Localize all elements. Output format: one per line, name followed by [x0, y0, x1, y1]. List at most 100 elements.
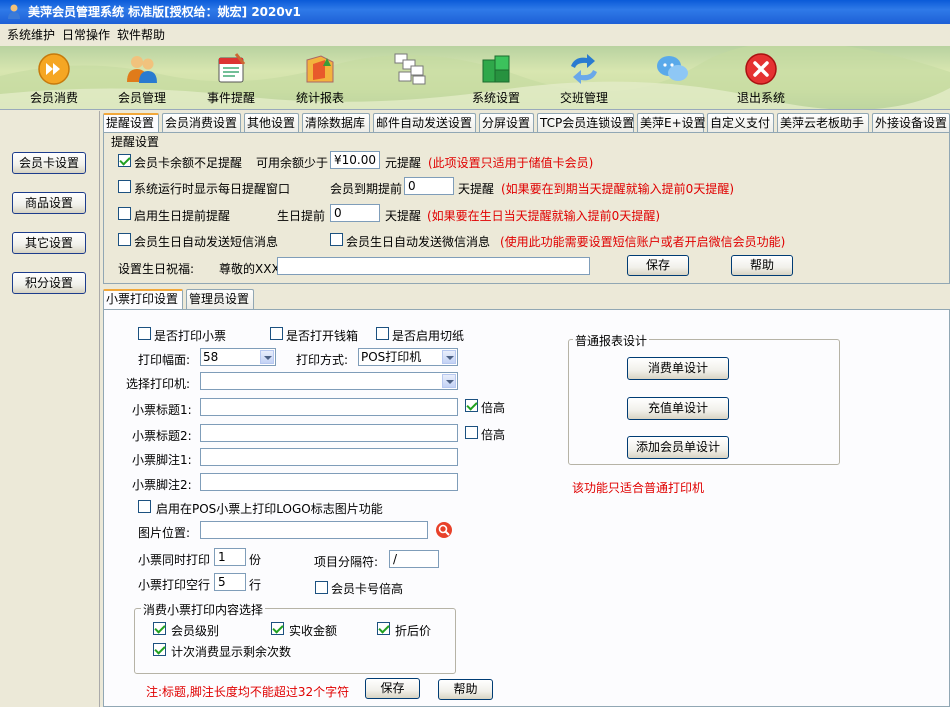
title2-double-checkbox[interactable] [465, 426, 478, 439]
tab-tcp-chain[interactable]: TCP会员连锁设置 [537, 113, 634, 133]
reminder-save-button[interactable]: 保存 [627, 255, 689, 276]
print-mode-value: POS打印机 [361, 350, 422, 364]
title1-input[interactable] [200, 398, 458, 416]
print-help-button[interactable]: 帮助 [438, 679, 493, 700]
chat-icon [657, 56, 688, 81]
copies-input[interactable]: 1 [214, 548, 246, 566]
title2-input[interactable] [200, 424, 458, 442]
greeting-label: 设置生日祝福: [118, 262, 195, 276]
birthday-advance-input[interactable]: 0 [330, 204, 380, 222]
discount-price-label: 折后价 [395, 624, 432, 638]
member-level-checkbox[interactable] [153, 622, 166, 635]
goods-settings-button[interactable]: 商品设置 [12, 192, 86, 214]
other-settings-button[interactable]: 其它设置 [12, 232, 86, 254]
points-settings-button[interactable]: 积分设置 [12, 272, 86, 294]
member-consume-button[interactable]: 会员消费 [14, 48, 94, 108]
event-reminder-button[interactable]: 事件提醒 [191, 48, 271, 108]
print-width-value: 58 [203, 350, 219, 364]
tab-admin-settings[interactable]: 管理员设置 [186, 289, 254, 309]
daily-popup-checkbox[interactable] [118, 180, 131, 193]
print-width-select[interactable]: 58 [200, 348, 276, 366]
consume-slip-design-button[interactable]: 消费单设计 [627, 357, 729, 380]
birthday-wechat-checkbox[interactable] [330, 233, 343, 246]
menu-software-help[interactable]: 软件帮助 [117, 24, 165, 46]
image-path-input[interactable] [200, 521, 428, 539]
tab-cloud-boss-assistant[interactable]: 美萍云老板助手 [777, 113, 869, 133]
chat-button[interactable] [632, 48, 712, 108]
search-icon[interactable] [435, 521, 453, 539]
footer1-label: 小票脚注1: [132, 453, 192, 467]
tab-split-screen[interactable]: 分屏设置 [479, 113, 534, 133]
reminder-help-button[interactable]: 帮助 [731, 255, 793, 276]
exit-icon [745, 53, 777, 85]
birthday-sms-checkbox[interactable] [118, 233, 131, 246]
print-width-label: 打印幅面: [138, 353, 191, 367]
tab-custom-payment[interactable]: 自定义支付 [707, 113, 774, 133]
documents-button[interactable] [370, 48, 450, 108]
birthday-wechat-label: 会员生日自动发送微信消息 [346, 235, 491, 249]
image-path-label: 图片位置: [138, 526, 191, 540]
print-mode-label: 打印方式: [296, 353, 349, 367]
tab-external-devices[interactable]: 外接设备设置 [872, 113, 950, 133]
add-member-slip-design-button[interactable]: 添加会员单设计 [627, 436, 729, 459]
shift-manage-button[interactable]: 交班管理 [544, 48, 624, 108]
blank-lines-input[interactable]: 5 [214, 573, 246, 591]
tab-member-consume-settings[interactable]: 会员消费设置 [162, 113, 241, 133]
chevron-down-icon [442, 350, 456, 364]
calendar-icon [218, 53, 246, 83]
title1-label: 小票标题1: [132, 403, 192, 417]
tab-receipt-print-settings[interactable]: 小票打印设置 [103, 289, 183, 310]
cutter-checkbox[interactable] [376, 327, 389, 340]
recharge-slip-design-button[interactable]: 充值单设计 [627, 397, 729, 420]
shift-icon [571, 54, 597, 84]
print-mode-select[interactable]: POS打印机 [358, 348, 458, 366]
member-manage-button[interactable]: 会员管理 [102, 48, 182, 108]
chevron-down-icon [442, 374, 456, 388]
birthday-reminder-checkbox[interactable] [118, 207, 131, 220]
footer2-input[interactable] [200, 473, 458, 491]
blank-lines-label: 小票打印空行 [138, 578, 211, 592]
logo-label: 启用在POS小票上打印LOGO标志图片功能 [156, 502, 383, 516]
menu-daily-operations[interactable]: 日常操作 [62, 24, 110, 46]
cardno-double-checkbox[interactable] [315, 581, 328, 594]
length-limit-note: 注:标题,脚注长度均不能超过32个字符 [146, 685, 350, 699]
tab-other-settings[interactable]: 其他设置 [244, 113, 299, 133]
report-design-group: 普通报表设计 消费单设计 充值单设计 添加会员单设计 [568, 332, 840, 465]
exit-system-button[interactable]: 退出系统 [721, 48, 801, 108]
open-drawer-checkbox[interactable] [270, 327, 283, 340]
footer1-input[interactable] [200, 448, 458, 466]
system-settings-button[interactable]: 系统设置 [456, 48, 536, 108]
report-design-note: 该功能只适合普通打印机 [572, 481, 705, 495]
printer-select[interactable] [200, 372, 458, 390]
forward-icon [38, 53, 70, 85]
cardno-double-label: 会员卡号倍高 [331, 582, 404, 596]
statistics-report-button[interactable]: 统计报表 [280, 48, 360, 108]
tab-reminder-settings[interactable]: 提醒设置 [103, 113, 159, 134]
report-icon [306, 55, 334, 83]
expire-advance-input[interactable]: 0 [404, 177, 454, 195]
balance-reminder-checkbox[interactable] [118, 154, 131, 167]
report-design-title: 普通报表设计 [573, 332, 650, 349]
title1-double-checkbox[interactable] [465, 399, 478, 412]
tab-clear-database[interactable]: 清除数据库 [302, 113, 370, 133]
settings-icon [482, 55, 510, 83]
min-balance-input[interactable]: ¥10.00 [330, 151, 380, 169]
balance-note: (此项设置只适用于储值卡会员) [428, 156, 594, 170]
tab-meiping-eplus[interactable]: 美萍E+设置 [637, 113, 706, 133]
discount-price-checkbox[interactable] [377, 622, 390, 635]
print-receipt-checkbox[interactable] [138, 327, 151, 340]
remaining-count-checkbox[interactable] [153, 643, 166, 656]
tab-email-auto-send[interactable]: 邮件自动发送设置 [373, 113, 476, 133]
separator-input[interactable]: / [389, 550, 439, 568]
footer2-label: 小票脚注2: [132, 478, 192, 492]
menu-system-maintenance[interactable]: 系统维护 [7, 24, 55, 46]
birthday-days-label: 天提醒 [385, 209, 422, 223]
balance-reminder-label: 会员卡余额不足提醒 [134, 156, 243, 170]
content-selection-group: 消费小票打印内容选择 会员级别 实收金额 折后价 计次消费显示剩余次数 [134, 601, 456, 674]
print-save-button[interactable]: 保存 [365, 678, 420, 699]
greeting-input[interactable] [277, 257, 590, 275]
remaining-count-label: 计次消费显示剩余次数 [171, 645, 292, 659]
logo-checkbox[interactable] [138, 500, 151, 513]
member-card-settings-button[interactable]: 会员卡设置 [12, 152, 86, 174]
actual-amount-checkbox[interactable] [271, 622, 284, 635]
